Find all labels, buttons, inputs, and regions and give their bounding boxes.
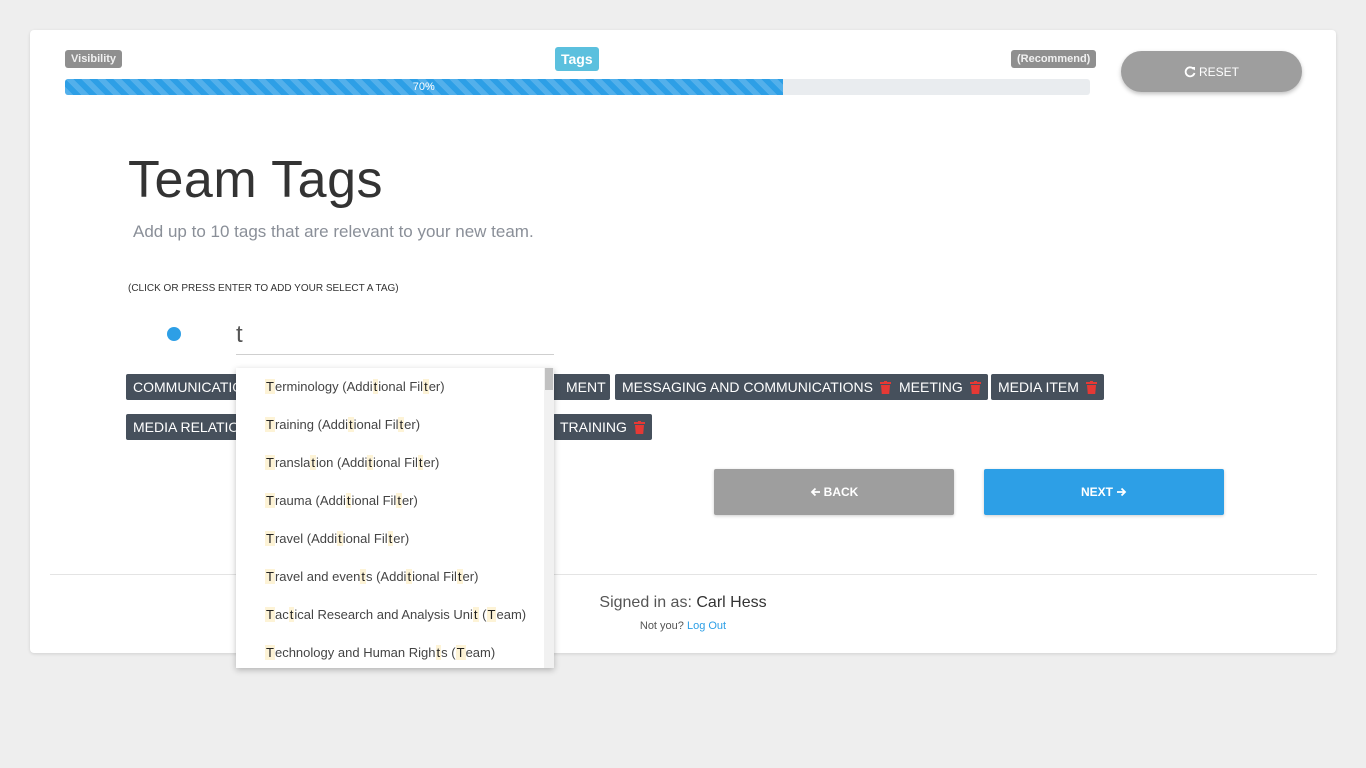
tag-hint: (CLICK OR PRESS ENTER TO ADD YOUR SELECT…	[128, 283, 399, 294]
suggestion-item[interactable]: Travel (Additional Filter)	[236, 520, 554, 558]
tag-label: COMMUNICATIO	[133, 379, 244, 395]
suggestion-item[interactable]: Travel and events (Additional Filter)	[236, 558, 554, 596]
suggestion-item[interactable]: Trauma (Additional Filter)	[236, 482, 554, 520]
signed-in-label: Signed in as:	[599, 594, 692, 611]
wizard-card	[30, 30, 1336, 653]
bullet-dot	[167, 327, 181, 341]
page-subtitle: Add up to 10 tags that are relevant to y…	[133, 222, 534, 241]
step-visibility[interactable]: Visibility	[65, 50, 123, 68]
tag-input[interactable]	[236, 316, 554, 355]
arrow-right-icon	[1117, 487, 1127, 497]
tag-chip: TRAINING	[553, 414, 652, 440]
tag-chip: MESSAGING AND COMMUNICATIONS	[615, 374, 898, 400]
dropdown-scrollbar[interactable]	[544, 368, 554, 668]
suggestions-dropdown: Terminology (Additional Filter) Training …	[236, 368, 554, 668]
tag-label: TRAINING	[560, 419, 627, 435]
user-name: Carl Hess	[696, 594, 767, 611]
signed-in-text: Signed in as: Carl Hess	[0, 594, 1366, 612]
tag-label: MEDIA RELATIO	[133, 419, 240, 435]
tag-chip: MEETING	[892, 374, 988, 400]
page-title: Team Tags	[128, 151, 384, 209]
tag-label: MESSAGING AND COMMUNICATIONS	[622, 379, 873, 395]
trash-icon[interactable]	[879, 380, 891, 394]
step-tags[interactable]: Tags	[555, 47, 599, 71]
trash-icon[interactable]	[1085, 380, 1097, 394]
trash-icon[interactable]	[633, 420, 645, 434]
back-button[interactable]: BACK	[714, 469, 954, 515]
back-label: BACK	[823, 485, 859, 499]
tag-label: MEETING	[899, 379, 963, 395]
arrow-left-icon	[810, 487, 820, 497]
tag-chip: MEDIA ITEM	[991, 374, 1104, 400]
next-button[interactable]: NEXT	[984, 469, 1224, 515]
progress-fill: 70%	[65, 79, 783, 95]
suggestion-item[interactable]: Terminology (Additional Filter)	[236, 368, 554, 406]
suggestion-item[interactable]: Technology and Human Rights (Team)	[236, 634, 554, 668]
refresh-icon	[1184, 66, 1196, 77]
suggestion-item[interactable]: Training (Additional Filter)	[236, 406, 554, 444]
reset-button[interactable]: RESET	[1121, 51, 1302, 92]
next-label: NEXT	[1080, 485, 1113, 499]
step-recommend[interactable]: (Recommend)	[1011, 50, 1097, 68]
logout-link[interactable]: Log Out	[687, 620, 726, 632]
suggestion-item[interactable]: Translation (Additional Filter)	[236, 444, 554, 482]
suggestion-item[interactable]: Tactical Research and Analysis Unit (Tea…	[236, 596, 554, 634]
trash-icon[interactable]	[969, 380, 981, 394]
not-you-text: Not you? Log Out	[0, 620, 1366, 632]
tag-label: MENT	[566, 379, 606, 395]
tag-chip: COMMUNICATIO	[126, 374, 251, 400]
not-you-label: Not you?	[639, 620, 684, 632]
tag-chip: MEDIA RELATIO	[126, 414, 247, 440]
dropdown-scroll-thumb[interactable]	[545, 368, 553, 390]
tag-label: MEDIA ITEM	[998, 379, 1079, 395]
progress-bar: 70%	[65, 79, 1090, 95]
reset-label: RESET	[1198, 64, 1239, 79]
